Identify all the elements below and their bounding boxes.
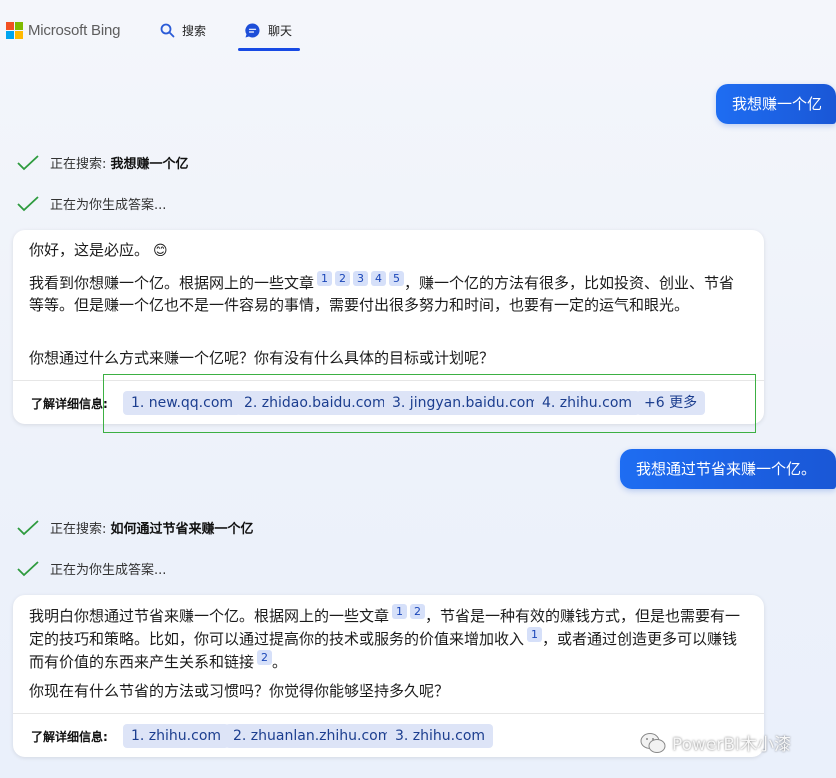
- greeting-text: 你好，这是必应。: [29, 241, 150, 259]
- answer-paragraph: 我明白你想通过节省来赚一个亿。根据网上的一些文章 1 2 ，节省是一种有效的赚钱方式，…: [29, 604, 746, 673]
- followup-question: 你想通过什么方式来赚一个亿呢？你有没有什么具体的目标或计划呢？: [29, 349, 495, 367]
- citation-2[interactable]: 2: [410, 604, 426, 619]
- citation-4[interactable]: 4: [371, 271, 387, 286]
- microsoft-logo-icon: [6, 22, 23, 39]
- status-generating-label: 正在为你生成答案...: [50, 198, 167, 213]
- chat-icon: [245, 23, 260, 38]
- followup-question: 你现在有什么节省的方法或习惯吗？你觉得你能够坚持多久呢？: [29, 682, 450, 700]
- status-prefix: 正在搜索:: [50, 157, 111, 172]
- watermark-text: PowerBI木小漆: [672, 735, 792, 755]
- citation-3[interactable]: 3: [353, 271, 369, 286]
- check-icon: [17, 195, 39, 211]
- answer-text: 我看到你想赚一个亿。根据网上的一些文章: [29, 274, 315, 292]
- check-icon: [17, 154, 39, 170]
- greeting: 你好，这是必应。 😊: [29, 239, 746, 262]
- answer-text: 我明白你想通过节省来赚一个亿。根据网上的一些文章: [29, 607, 390, 625]
- answer-text: 。: [272, 653, 288, 671]
- search-icon: [160, 23, 175, 38]
- status-generating-1: 正在为你生成答案...: [16, 194, 166, 213]
- source-link[interactable]: 2. zhuanlan.zhihu.com: [225, 724, 400, 748]
- learn-more-label: 了解详细信息:: [31, 730, 108, 744]
- source-link[interactable]: 1. zhihu.com: [123, 724, 230, 748]
- search-query: 我想赚一个亿: [110, 157, 189, 172]
- answer-paragraph: 我看到你想赚一个亿。根据网上的一些文章 1 2 3 4 5 ，赚一个亿的方法有很多，比如投资…: [29, 271, 746, 316]
- status-generating-label: 正在为你生成答案...: [50, 563, 167, 578]
- citation-2[interactable]: 2: [257, 650, 273, 665]
- tab-search[interactable]: 搜索: [160, 22, 206, 39]
- check-icon: [17, 560, 39, 576]
- active-tab-indicator: [238, 48, 300, 51]
- citation-2[interactable]: 2: [335, 271, 351, 286]
- bing-logo[interactable]: Microsoft Bing: [6, 22, 120, 39]
- user-message-2: 我想通过节省来赚一个亿。: [620, 449, 836, 489]
- top-bar: Microsoft Bing 搜索 聊天: [0, 0, 836, 58]
- citation-1[interactable]: 1: [317, 271, 333, 286]
- status-searching-1: 正在搜索: 我想赚一个亿: [16, 153, 189, 172]
- status-searching-2: 正在搜索: 如何通过节省来赚一个亿: [16, 518, 254, 537]
- learn-more-label: 了解详细信息:: [31, 397, 108, 411]
- watermark: PowerBI木小漆: [640, 730, 791, 755]
- search-query: 如何通过节省来赚一个亿: [110, 522, 254, 537]
- tab-chat[interactable]: 聊天: [244, 22, 292, 39]
- wechat-icon: [640, 732, 666, 753]
- status-prefix: 正在搜索:: [50, 522, 111, 537]
- status-generating-2: 正在为你生成答案...: [16, 559, 166, 578]
- smile-emoji-icon: 😊: [153, 243, 168, 259]
- tab-search-label: 搜索: [182, 24, 207, 38]
- highlight-box: [103, 374, 756, 433]
- source-link[interactable]: 3. zhihu.com: [387, 724, 494, 748]
- citation-1[interactable]: 1: [527, 627, 543, 642]
- user-message-1: 我想赚一个亿: [716, 84, 836, 124]
- check-icon: [17, 519, 39, 535]
- citation-5[interactable]: 5: [389, 271, 405, 286]
- brand-name: Microsoft Bing: [28, 22, 121, 39]
- tab-chat-label: 聊天: [268, 24, 293, 38]
- citation-1[interactable]: 1: [392, 604, 408, 619]
